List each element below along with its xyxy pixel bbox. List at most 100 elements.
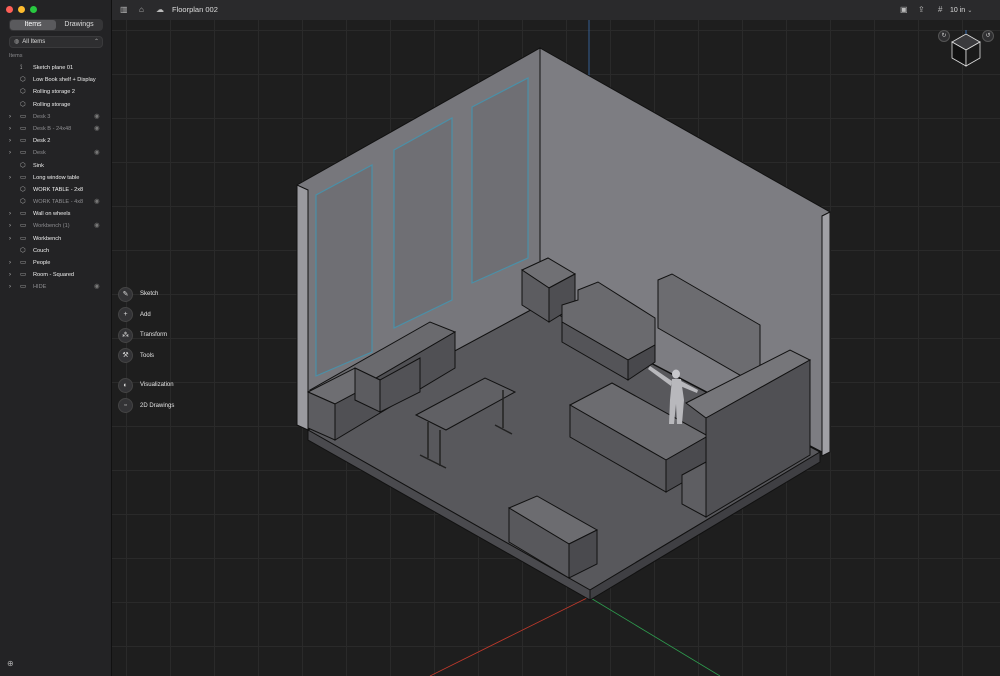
chevron-right-icon[interactable]: › xyxy=(9,172,11,184)
cube-icon: ⬡ xyxy=(20,100,26,108)
chevron-right-icon[interactable]: › xyxy=(9,269,11,281)
sidebar-item[interactable]: › ▭ HIDE ◉ xyxy=(0,281,112,293)
zoom-window-button[interactable] xyxy=(30,6,37,13)
sidebar-item[interactable]: › ▭ Desk 2 xyxy=(0,135,112,147)
tab-items[interactable]: Items xyxy=(10,20,56,30)
window-2 xyxy=(393,116,453,329)
box-icon[interactable]: ▣ xyxy=(900,0,908,20)
chevron-right-icon[interactable]: › xyxy=(9,220,11,232)
sketch-plane-icon: ⟟ xyxy=(20,64,23,71)
folder-icon: ▭ xyxy=(20,210,27,218)
items-filter-label: All Items xyxy=(22,39,46,45)
sidebar-item[interactable]: ⬡ WORK TABLE - 2x8 xyxy=(0,184,112,196)
transform-icon: ⁂ xyxy=(118,327,133,343)
sidebar-item[interactable]: › ▭ Desk B - 24x48 ◉ xyxy=(0,123,112,135)
tool-label: Tools xyxy=(140,352,155,359)
sidebar-item[interactable]: › ▭ Workbench (1) ◉ xyxy=(0,220,112,232)
chevron-right-icon[interactable]: › xyxy=(9,111,11,123)
sidebar-item[interactable]: ⬡ Rolling storage xyxy=(0,99,112,111)
floorplan-scene[interactable] xyxy=(112,20,1000,676)
sidebar-item[interactable]: › ▭ Desk ◉ xyxy=(0,147,112,159)
updown-chevron-icon: ⌃ xyxy=(93,39,99,45)
sidebar-item-label: People xyxy=(33,260,51,266)
sidebar-item-label: HIDE xyxy=(33,284,47,291)
chevron-right-icon[interactable]: › xyxy=(9,135,11,147)
sidebar-item[interactable]: › ▭ Room - Squared xyxy=(0,269,112,281)
add-tool[interactable]: + Add xyxy=(118,305,174,326)
folder-icon: ▭ xyxy=(20,112,27,120)
close-window-button[interactable] xyxy=(6,6,13,13)
grid-icon: # xyxy=(938,5,943,14)
chevron-right-icon[interactable]: › xyxy=(9,123,11,135)
chevron-down-icon: ⌄ xyxy=(967,8,973,14)
minimize-window-button[interactable] xyxy=(18,6,25,13)
sidebar-item-label: Low Book shelf + Display xyxy=(33,77,96,84)
sidebar-item[interactable]: › ▭ Long window table xyxy=(0,172,112,184)
visibility-eye-icon[interactable]: ◉ xyxy=(94,111,100,123)
app-window: Items Drawings ◍ All Items ⌃ Items ⟟ Sket… xyxy=(0,0,1000,676)
chevron-right-icon[interactable]: › xyxy=(9,233,11,245)
sidebar-item[interactable]: ⬡ Rolling storage 2 xyxy=(0,86,112,98)
2d-drawings-tool[interactable]: ▫ 2D Drawings xyxy=(118,396,174,417)
tab-drawings[interactable]: Drawings xyxy=(56,20,102,30)
sidebar-item[interactable]: ⬡ WORK TABLE - 4x8 ◉ xyxy=(0,196,112,208)
sidebar-item-label: Desk xyxy=(33,150,46,157)
tools-tool[interactable]: ⚒ Tools xyxy=(118,346,174,367)
tool-label: Sketch xyxy=(140,291,159,298)
visibility-eye-icon[interactable]: ◉ xyxy=(94,220,100,232)
sidebar-item[interactable]: › ▭ People xyxy=(0,257,112,269)
new-folder-icon[interactable]: ⊕ xyxy=(7,659,14,668)
cube-icon: ⬡ xyxy=(20,198,26,206)
items-section-label: Items xyxy=(9,53,23,59)
view-cube[interactable] xyxy=(949,30,983,70)
cube-icon: ⬡ xyxy=(20,76,26,84)
visibility-eye-icon[interactable]: ◉ xyxy=(94,281,100,293)
sidebar-item-label: Wall on wheels xyxy=(33,211,71,218)
sidebar-item-label: Workbench (1) xyxy=(33,223,70,230)
chevron-right-icon[interactable]: › xyxy=(9,257,11,269)
transform-tool[interactable]: ⁂ Transform xyxy=(118,325,174,346)
visibility-eye-icon[interactable]: ◉ xyxy=(94,196,100,208)
sidebar-item[interactable]: ⬡ Low Book shelf + Display xyxy=(0,74,112,86)
items-filter-select[interactable]: ◍ All Items ⌃ xyxy=(9,36,103,48)
visualization-tool[interactable]: ◐ Visualization xyxy=(118,375,174,396)
drawing-icon: ▫ xyxy=(118,398,133,414)
document-title[interactable]: Floorplan 002 xyxy=(172,0,218,20)
home-icon[interactable]: ⌂ xyxy=(139,0,144,20)
right-wall-edge xyxy=(821,211,831,457)
layers-icon: ◍ xyxy=(14,39,20,45)
tool-label: Add xyxy=(140,311,151,318)
window-controls xyxy=(6,6,37,13)
sidebar-tabs: Items Drawings xyxy=(9,19,103,31)
sidebar-item[interactable]: › ▭ Wall on wheels xyxy=(0,208,112,220)
rotate-right-icon[interactable]: ↺ xyxy=(982,30,994,42)
wrench-icon: ⚒ xyxy=(118,348,133,364)
sidebar-item[interactable]: ⬡ Sink xyxy=(0,160,112,172)
sidebar-item[interactable]: ⬡ Couch xyxy=(0,245,112,257)
3d-viewport[interactable]: ✎ Sketch + Add ⁂ Transform ⚒ Tools ◐ Vis… xyxy=(112,20,1000,676)
cloud-icon[interactable]: ☁ xyxy=(156,0,164,20)
cube-icon: ⬡ xyxy=(20,88,26,96)
chevron-right-icon[interactable]: › xyxy=(9,281,11,293)
export-icon[interactable]: ⇪ xyxy=(918,0,925,20)
sidebar-item-label: WORK TABLE - 4x8 xyxy=(33,199,84,206)
folder-icon: ▭ xyxy=(20,283,27,291)
chevron-right-icon[interactable]: › xyxy=(9,147,11,159)
items-tree: ⟟ Sketch plane 01 ⬡ Low Book shelf + Displa… xyxy=(0,62,112,294)
sidebar-item-label: Desk B - 24x48 xyxy=(33,125,72,132)
sidebar-item-label: Couch xyxy=(33,247,50,254)
unit-select[interactable]: 10 in ⌄ xyxy=(950,0,972,20)
sketch-tool[interactable]: ✎ Sketch xyxy=(118,284,174,305)
chevron-right-icon[interactable]: › xyxy=(9,208,11,220)
sidebar-item-label: Rolling storage xyxy=(33,101,71,108)
sidebar-toggle-icon[interactable]: ▥ xyxy=(120,0,128,20)
sidebar-item[interactable]: › ▭ Workbench xyxy=(0,233,112,245)
sidebar-item-label: Desk 3 xyxy=(33,113,51,120)
sidebar-item-label: Workbench xyxy=(33,235,62,242)
visibility-eye-icon[interactable]: ◉ xyxy=(94,123,100,135)
sidebar-item[interactable]: › ▭ Desk 3 ◉ xyxy=(0,111,112,123)
cube-icon: ⬡ xyxy=(20,246,26,254)
sidebar-item[interactable]: ⟟ Sketch plane 01 xyxy=(0,62,112,74)
toolbar: ▥ ⌂ ☁ Floorplan 002 ▣ ⇪ # 10 in ⌄ xyxy=(112,0,1000,21)
visibility-eye-icon[interactable]: ◉ xyxy=(94,147,100,159)
